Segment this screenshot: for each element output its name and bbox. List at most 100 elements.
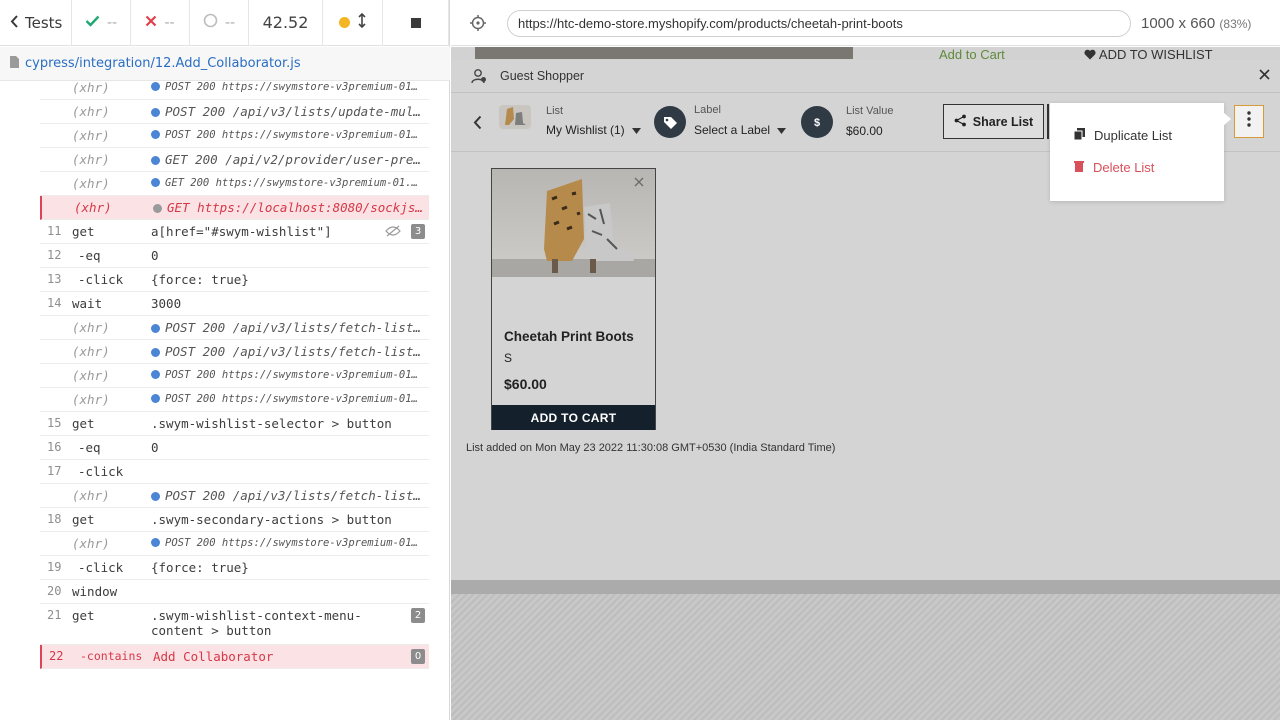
remove-item-icon[interactable]	[634, 175, 644, 190]
x-icon	[145, 15, 157, 31]
command-log-row[interactable]: 15 get .swym-wishlist-selector > button	[40, 412, 429, 436]
command-name: (xhr)	[72, 344, 110, 359]
list-selector-value: My Wishlist (1)	[546, 123, 625, 137]
copy-icon	[1073, 128, 1085, 143]
element-count-badge: 2	[411, 608, 425, 623]
close-icon[interactable]	[1259, 67, 1270, 84]
command-name: (xhr)	[72, 104, 110, 119]
auto-scroll-toggle[interactable]	[323, 0, 383, 46]
xhr-log-row[interactable]: (xhr) POST 200 https://swymstore-v3premiu…	[40, 364, 429, 388]
xhr-log-row[interactable]: (xhr) GET 200 https://swymstore-v3premium…	[40, 172, 429, 196]
list-selector[interactable]: My Wishlist (1)	[546, 123, 642, 137]
command-log-row[interactable]: 19 -click {force: true}	[40, 556, 429, 580]
duplicate-list-item[interactable]: Duplicate List	[1073, 128, 1173, 143]
command-message-text: Add Collaborator	[153, 649, 274, 664]
xhr-status-dot	[151, 178, 160, 187]
xhr-log-row[interactable]: (xhr) POST 200 https://swymstore-v3premiu…	[40, 76, 429, 100]
xhr-log-row[interactable]: (xhr) POST 200 /api/v3/lists/fetch-list..…	[40, 340, 429, 364]
trash-icon	[1074, 160, 1084, 175]
context-menu-arrow	[1223, 112, 1231, 126]
xhr-log-row[interactable]: (xhr) POST 200 /api/v3/lists/fetch-list..…	[40, 316, 429, 340]
command-message-text: POST 200 https://swymstore-v3premium-01.…	[165, 537, 429, 549]
command-log-row[interactable]: 13 -click {force: true}	[40, 268, 429, 292]
aut-frame: Add to Cart ADD TO WISHLIST Guest Shoppe…	[451, 47, 1280, 580]
share-list-button[interactable]: Share List	[943, 104, 1044, 139]
command-message-text: POST 200 /api/v3/lists/fetch-list...	[165, 320, 429, 335]
command-name: wait	[72, 296, 103, 311]
xhr-status-dot	[151, 348, 160, 357]
list-added-date: List added on Mon May 23 2022 11:30:08 G…	[466, 442, 836, 454]
svg-text:$: $	[814, 117, 820, 129]
command-log-row[interactable]: 14 wait 3000	[40, 292, 429, 316]
command-message: {force: true}	[151, 560, 429, 575]
command-message: POST 200 https://swymstore-v3premium-01.…	[151, 368, 429, 383]
command-name: -contains	[80, 649, 143, 663]
page-background-strip: Add to Cart ADD TO WISHLIST	[451, 47, 1280, 62]
more-actions-button[interactable]	[1234, 105, 1264, 138]
command-message-text: .swym-wishlist-selector > button	[151, 416, 392, 431]
xhr-log-row[interactable]: (xhr) POST 200 https://swymstore-v3premiu…	[40, 532, 429, 556]
element-count-badge: 3	[411, 224, 425, 239]
passed-count: --	[72, 0, 131, 46]
xhr-log-row[interactable]: (xhr) POST 200 /api/v3/lists/fetch-list..…	[40, 484, 429, 508]
command-log-row[interactable]: 18 get .swym-secondary-actions > button	[40, 508, 429, 532]
command-log-row[interactable]: 12 -eq 0	[40, 244, 429, 268]
command-message: {force: true}	[151, 272, 429, 287]
command-log-row[interactable]: 17 -click	[40, 460, 429, 484]
xhr-log-row[interactable]: (xhr) GET https://localhost:8080/sockjs..…	[40, 196, 429, 220]
command-name: get	[72, 608, 95, 623]
command-message: POST 200 /api/v3/lists/fetch-list...	[151, 320, 429, 335]
xhr-log-row[interactable]: (xhr) POST 200 https://swymstore-v3premiu…	[40, 124, 429, 148]
crosshair-icon[interactable]	[470, 15, 486, 35]
command-number: 19	[47, 560, 62, 574]
list-value-label: List Value	[846, 105, 894, 117]
updown-arrow-icon	[358, 12, 366, 32]
share-icon	[954, 114, 967, 130]
xhr-log-row[interactable]: (xhr) POST 200 /api/v3/lists/update-mul..…	[40, 100, 429, 124]
viewport-edge	[451, 580, 1280, 594]
command-message: 0	[151, 248, 429, 263]
back-chevron-icon[interactable]	[473, 115, 482, 135]
add-to-cart-button[interactable]: ADD TO CART	[492, 405, 655, 430]
label-selector-value: Select a Label	[694, 123, 771, 137]
xhr-status-dot	[151, 108, 160, 117]
dollar-icon: $	[801, 106, 833, 138]
command-message-text: 0	[151, 440, 159, 455]
viewport-scale: (83%)	[1219, 17, 1252, 31]
command-message: POST 200 https://swymstore-v3premium-01.…	[151, 536, 429, 551]
xhr-status-dot	[151, 156, 160, 165]
command-message: GET 200 /api/v2/provider/user-pre...	[151, 152, 429, 167]
stop-button[interactable]	[383, 0, 449, 46]
command-message-text: POST 200 https://swymstore-v3premium-01.…	[165, 129, 429, 141]
xhr-log-row[interactable]: (xhr) GET 200 /api/v2/provider/user-pre..…	[40, 148, 429, 172]
caret-down-icon	[773, 123, 787, 137]
command-log-row[interactable]: 22 -contains Add Collaborator 0	[40, 645, 429, 669]
command-message: POST 200 /api/v3/lists/fetch-list...	[151, 344, 429, 359]
product-price: $60.00	[504, 376, 547, 392]
command-message-text: GET 200 /api/v2/provider/user-pre...	[165, 152, 429, 167]
list-value-amount: $60.00	[846, 124, 883, 138]
command-log-row[interactable]: 16 -eq 0	[40, 436, 429, 460]
command-message-text: .swym-wishlist-context-menu-content > bu…	[151, 608, 362, 638]
xhr-status-dot	[151, 370, 160, 379]
duplicate-list-label: Duplicate List	[1094, 128, 1173, 143]
product-title[interactable]: Cheetah Print Boots	[504, 329, 634, 344]
command-message-text: POST 200 /api/v3/lists/fetch-list...	[165, 488, 429, 503]
xhr-log-row[interactable]: (xhr) POST 200 https://swymstore-v3premiu…	[40, 388, 429, 412]
command-number: 20	[47, 584, 62, 598]
product-card: Cheetah Print Boots S $60.00 ADD TO CART	[491, 168, 656, 430]
command-message: .swym-wishlist-selector > button	[151, 416, 429, 431]
command-log-row[interactable]: 11 get a[href="#swym-wishlist"] 3	[40, 220, 429, 244]
context-menu: Duplicate List Delete List	[1050, 103, 1224, 201]
spec-file-link[interactable]: cypress/integration/12.Add_Collaborator.…	[25, 56, 301, 71]
url-field[interactable]: https://htc-demo-store.myshopify.com/pro…	[507, 10, 1131, 37]
delete-list-item[interactable]: Delete List	[1074, 160, 1154, 175]
tests-button[interactable]: Tests	[0, 0, 72, 46]
command-log-row[interactable]: 21 get .swym-wishlist-context-menu-content…	[40, 604, 429, 645]
duration: 42.52	[249, 0, 323, 46]
url-bar: https://htc-demo-store.myshopify.com/pro…	[451, 0, 1280, 46]
label-selector[interactable]: Select a Label	[694, 123, 787, 137]
command-message-text: POST 200 /api/v3/lists/fetch-list...	[165, 344, 429, 359]
command-message-text: POST 200 https://swymstore-v3premium-01.…	[165, 369, 429, 381]
command-log-row[interactable]: 20 window	[40, 580, 429, 604]
